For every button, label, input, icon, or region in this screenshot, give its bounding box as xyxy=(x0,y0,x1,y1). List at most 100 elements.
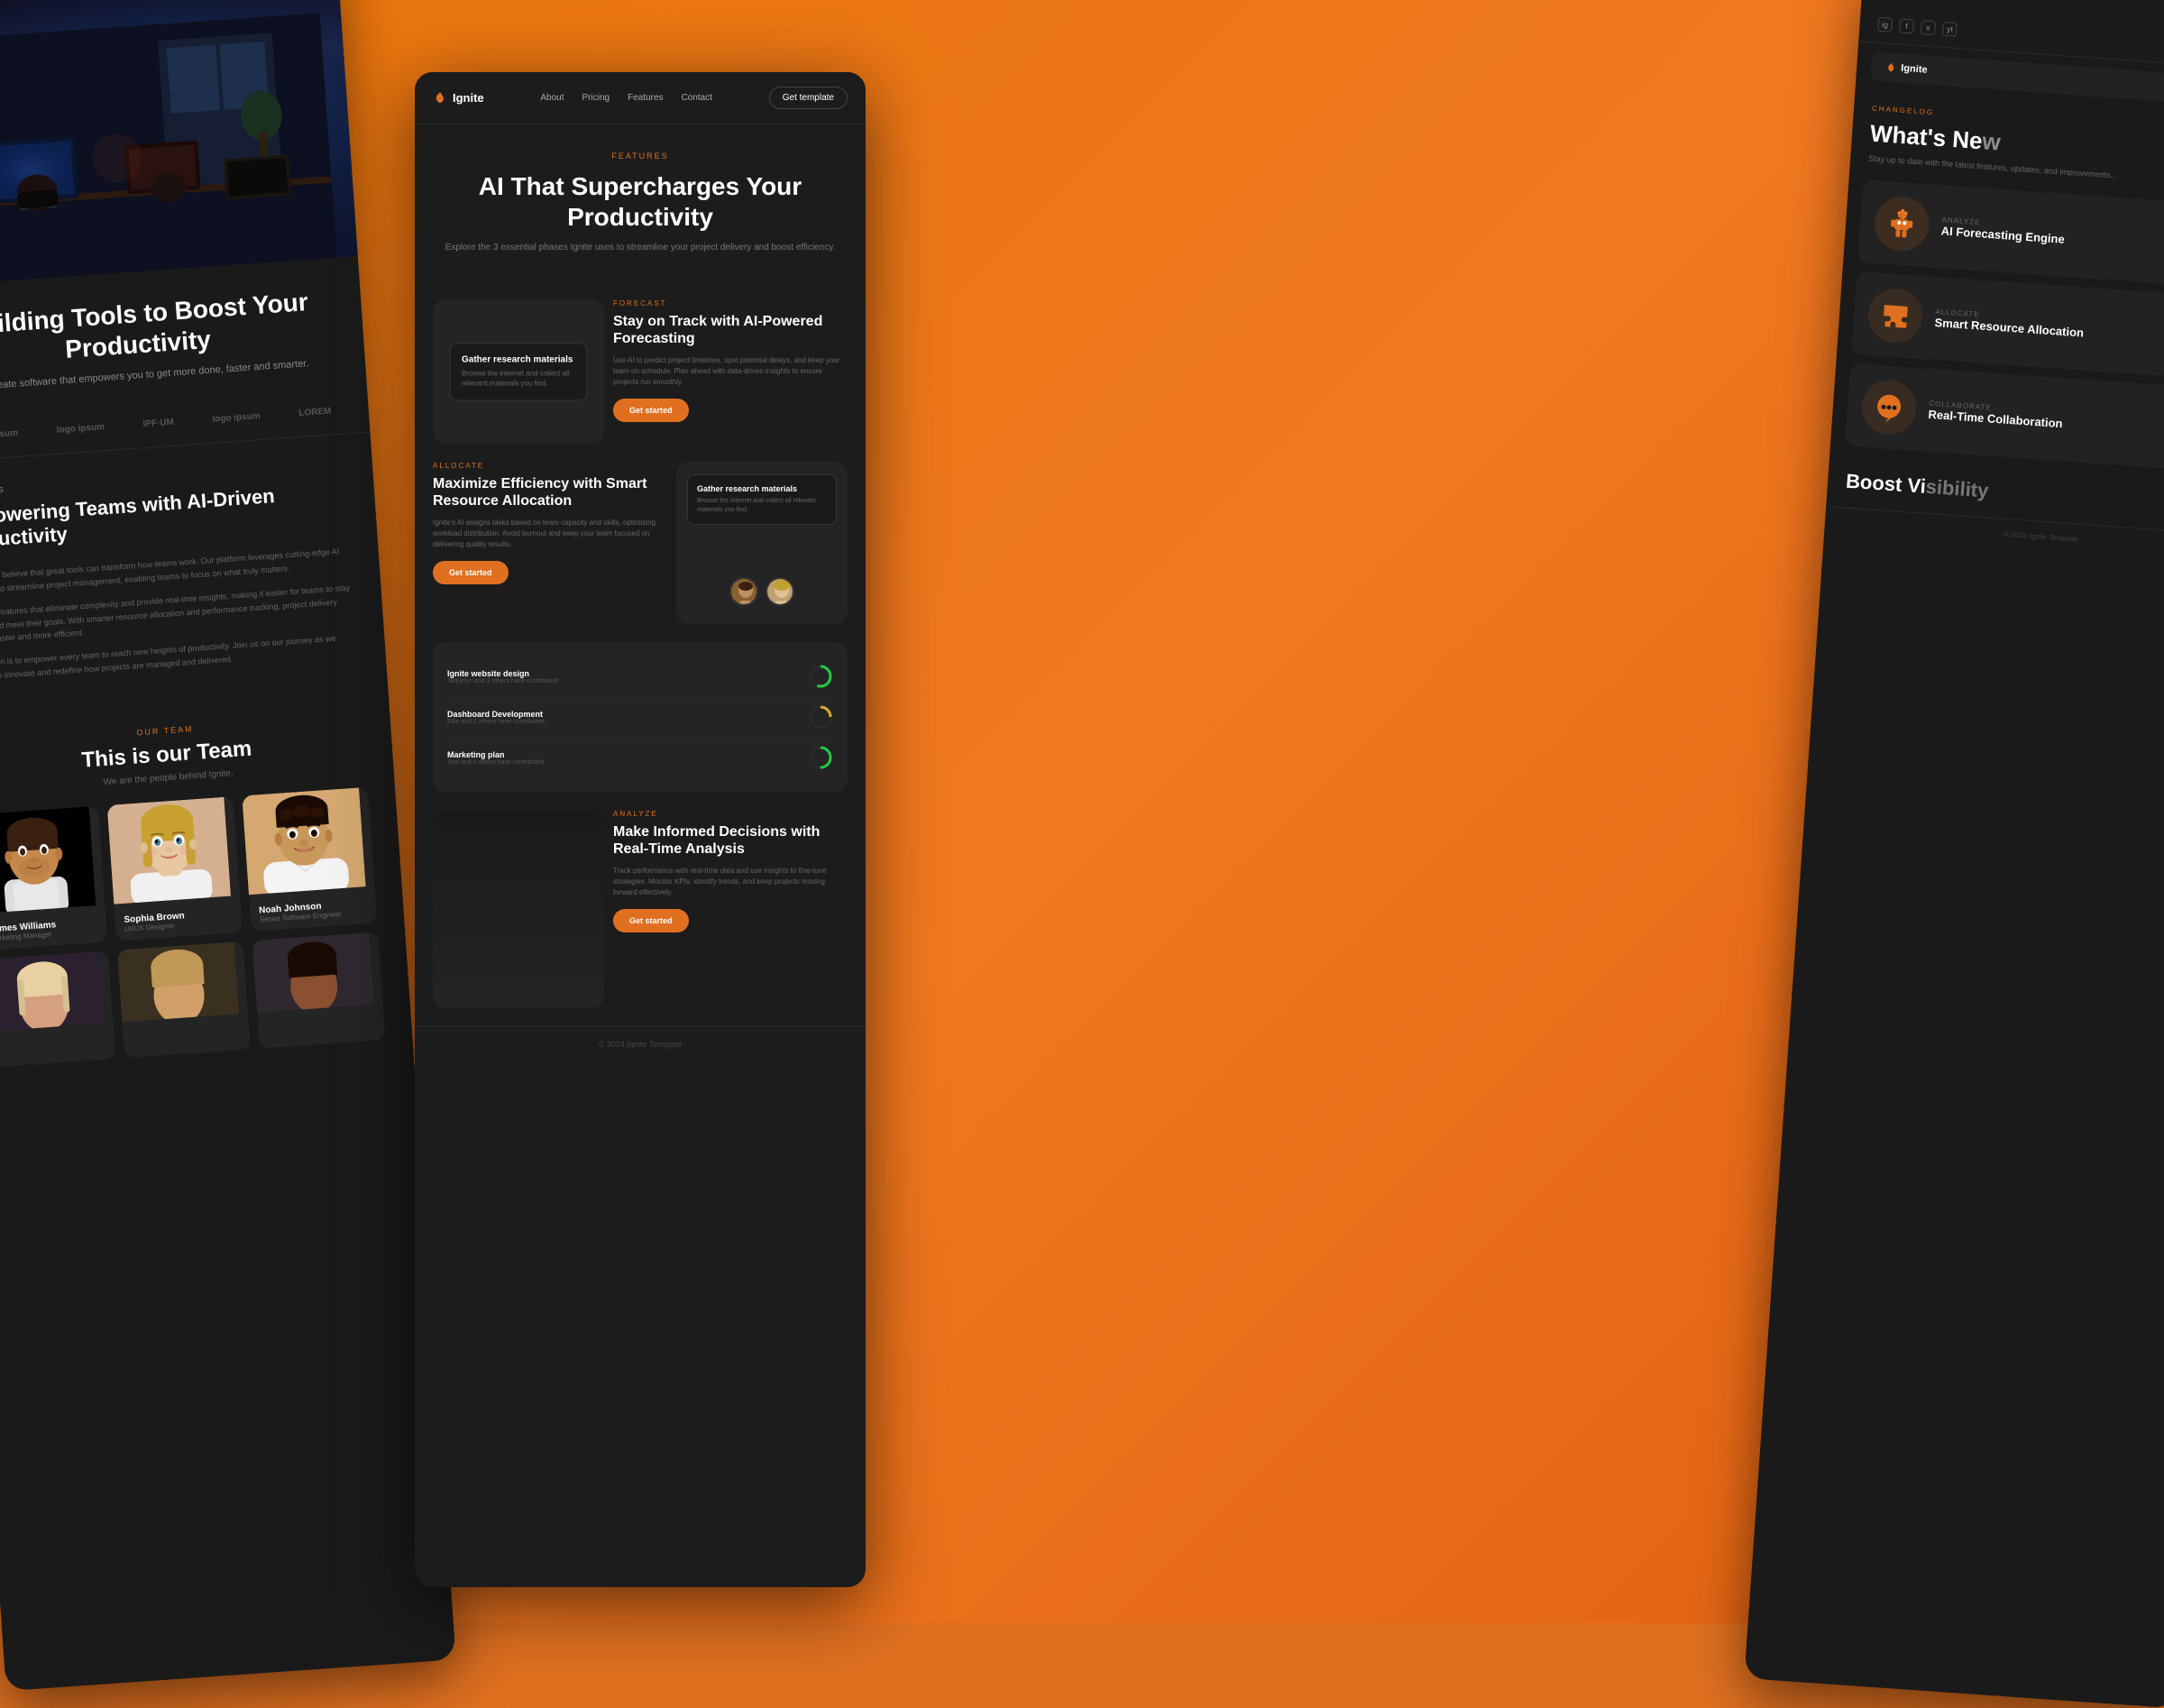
right-feat-text-2: ALLOCATE Smart Resource Allocation xyxy=(1934,308,2085,339)
alloc-title: Maximize Efficiency with Smart Resource … xyxy=(433,475,667,510)
analyze-cta-button[interactable]: Get started xyxy=(613,909,689,932)
features-subtitle: Explore the 3 essential phases Ignite us… xyxy=(433,241,848,254)
james-photo xyxy=(0,807,96,914)
allocation-text: ALLOCATE Maximize Efficiency with Smart … xyxy=(433,462,667,624)
youtube-icon[interactable]: yt xyxy=(1942,22,1958,37)
features-title: AI That Supercharges Your Productivity xyxy=(433,171,848,232)
alloc-avatars-row xyxy=(676,577,848,606)
partial-card-3 xyxy=(252,932,386,1049)
right-feat-text-1: ANALYZE AI Forecasting Engine xyxy=(1940,216,2066,246)
right-nav-logo-text: Ignite xyxy=(1901,63,1928,76)
partial-photo-1 xyxy=(0,951,105,1032)
noah-info: Noah Johnson Senior Software Engineer xyxy=(249,891,377,932)
right-nav-logo: Ignite xyxy=(1885,62,1928,76)
features-header: FEATURES AI That Supercharges Your Produ… xyxy=(415,124,866,299)
about-section: ABOUT US Empowering Teams with AI-Driven… xyxy=(0,432,389,724)
nav-logo-text: Ignite xyxy=(453,91,484,105)
forecast-cta-button[interactable]: Get started xyxy=(613,399,689,422)
progress-item-2: Dashboard Development Ellie and 2 others… xyxy=(447,697,833,738)
prog-2-info: Dashboard Development Ellie and 2 others… xyxy=(447,710,799,725)
progress-section: Ignite website design Jaquelyn and 3 oth… xyxy=(433,642,848,792)
alloc-tag: ALLOCATE xyxy=(433,462,667,470)
nav-cta-button[interactable]: Get template xyxy=(769,87,848,109)
right-copyright-text: © 2024 Ignite Template xyxy=(2004,530,2078,544)
noah-photo xyxy=(242,788,365,895)
prog-3-info: Marketing plan Joel and 4 others have co… xyxy=(447,750,799,766)
partial-photo-2 xyxy=(117,942,239,1023)
prog-2-label: Dashboard Development xyxy=(447,710,799,719)
analyze-desc: Track performance with real-time data an… xyxy=(613,866,848,898)
nav-link-pricing[interactable]: Pricing xyxy=(582,93,610,103)
chat-icon xyxy=(1873,390,1905,423)
gather-card-title: Gather research materials xyxy=(462,355,575,365)
team-card-james: James Williams Marketing Manager xyxy=(0,806,107,950)
analyze-visual xyxy=(433,810,604,1008)
logo-item: logo ipsum xyxy=(212,411,261,425)
feature-3-row: ANALYZE Make Informed Decisions with Rea… xyxy=(415,810,866,1026)
team-section: OUR TEAM This is our Team We are the peo… xyxy=(0,693,414,1088)
alloc-avatar-1 xyxy=(729,577,758,606)
logo-item: logo ipsum xyxy=(56,422,105,436)
sophia-info: Sophia Brown UI/UX Designer xyxy=(115,900,243,941)
team-card-noah: Noah Johnson Senior Software Engineer xyxy=(242,787,377,932)
alloc-gather-text: Browse the internet and collect all rele… xyxy=(697,497,827,515)
alloc-avatar-2 xyxy=(766,577,794,606)
robot-icon xyxy=(1884,207,1919,241)
forecast-tag: FORECAST xyxy=(613,299,848,308)
james-info: James Williams Marketing Manager xyxy=(0,910,107,951)
partial-card-1 xyxy=(0,950,115,1067)
prog-3-circle xyxy=(808,745,833,770)
prog-2-contributors: Ellie and 2 others have contributed. xyxy=(447,719,799,725)
team-grid-bottom xyxy=(0,932,386,1068)
hero-image xyxy=(0,0,358,288)
nav-link-about[interactable]: About xyxy=(540,93,564,103)
forecast-desc: Use AI to predict project timelines, spo… xyxy=(613,355,848,388)
nav-logo: Ignite xyxy=(433,91,484,106)
right-feat-text-3: COLLABORATE Real-Time Collaboration xyxy=(1928,399,2064,430)
sophia-photo xyxy=(107,797,231,905)
forecast-text: FORECAST Stay on Track with AI-Powered F… xyxy=(613,299,848,444)
alloc-gather-title: Gather research materials xyxy=(697,484,827,493)
twitter-icon[interactable]: x xyxy=(1921,20,1936,35)
team-grid: James Williams Marketing Manager xyxy=(0,787,377,950)
nav-link-contact[interactable]: Contact xyxy=(682,93,712,103)
analyze-tag: ANALYZE xyxy=(613,810,848,818)
right-feat-icon-2 xyxy=(1866,287,1924,344)
social-icons: ig f x yt xyxy=(1877,17,1958,37)
analyze-text: ANALYZE Make Informed Decisions with Rea… xyxy=(613,810,848,1008)
facebook-icon[interactable]: f xyxy=(1899,19,1914,34)
instagram-icon[interactable]: ig xyxy=(1877,17,1893,32)
desk-scene-svg xyxy=(0,12,358,288)
prog-1-label: Ignite website design xyxy=(447,669,799,678)
alloc-visual: Gather research materials Browse the int… xyxy=(676,462,848,624)
center-footer: © 2024 Ignite Template xyxy=(415,1026,866,1061)
right-flame-icon xyxy=(1885,62,1897,74)
right-feat-icon-3 xyxy=(1860,378,1918,436)
features-label: FEATURES xyxy=(433,152,848,161)
progress-item-1: Ignite website design Jaquelyn and 3 oth… xyxy=(447,657,833,697)
team-card-sophia: Sophia Brown UI/UX Designer xyxy=(107,796,243,941)
logo-item: 🔥 Logolpsum xyxy=(0,428,18,443)
logo-item: LOREM xyxy=(298,406,332,418)
puzzle-icon xyxy=(1879,299,1912,332)
gather-card-text: Browse the internet and collect all rele… xyxy=(462,369,575,389)
analyze-title: Make Informed Decisions with Real-Time A… xyxy=(613,823,848,858)
forecast-title: Stay on Track with AI-Powered Forecastin… xyxy=(613,313,848,347)
feature-1-row: Gather research materials Browse the int… xyxy=(415,299,866,462)
logo-item: IPF·UM xyxy=(142,417,174,428)
nav-link-features[interactable]: Features xyxy=(628,93,663,103)
feature-2-row: ALLOCATE Maximize Efficiency with Smart … xyxy=(415,462,866,642)
progress-item-3: Marketing plan Joel and 4 others have co… xyxy=(447,738,833,777)
prog-1-circle xyxy=(808,664,833,689)
prog-2-circle xyxy=(808,704,833,730)
right-feat-icon-1 xyxy=(1873,195,1930,253)
analyze-bg xyxy=(433,810,604,1008)
prog-1-info: Ignite website design Jaquelyn and 3 oth… xyxy=(447,669,799,684)
prog-3-label: Marketing plan xyxy=(447,750,799,759)
gather-visual: Gather research materials Browse the int… xyxy=(433,299,604,444)
gather-card-inner: Gather research materials Browse the int… xyxy=(450,344,587,400)
right-feat-card-2: ALLOCATE Smart Resource Allocation xyxy=(1851,271,2164,382)
nav-links: About Pricing Features Contact xyxy=(540,93,712,103)
partial-photo-3 xyxy=(252,932,374,1013)
alloc-cta-button[interactable]: Get started xyxy=(433,561,509,584)
